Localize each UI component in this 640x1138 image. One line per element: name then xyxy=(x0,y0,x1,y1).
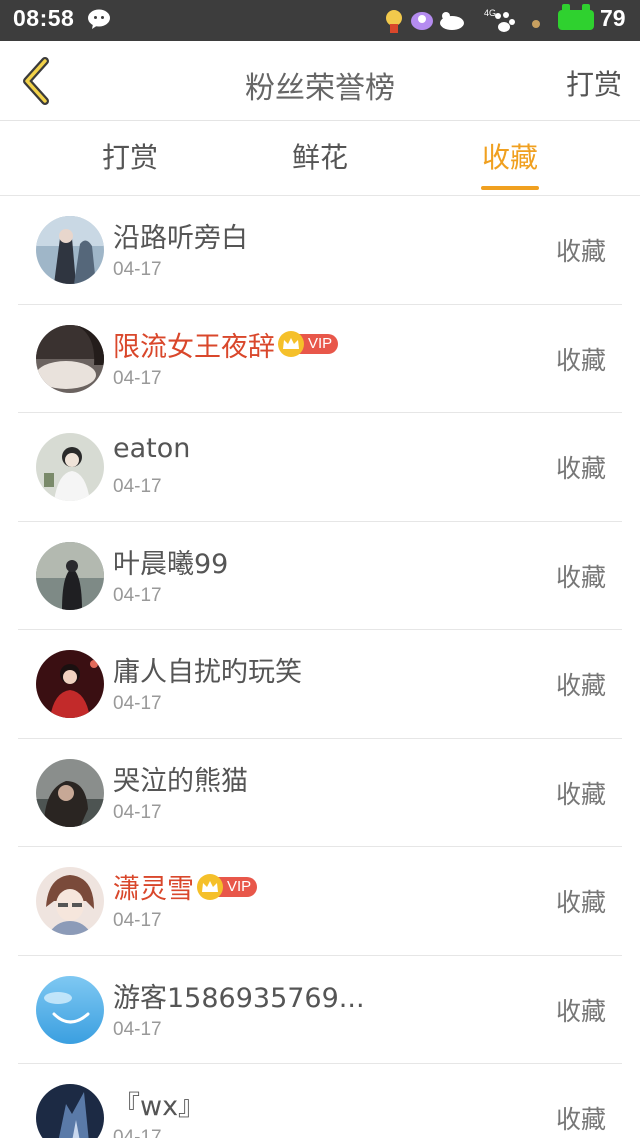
list-item[interactable]: 限流女王夜辞 VIP 04-17 收藏 xyxy=(18,305,622,413)
favorite-label: 收藏 xyxy=(555,779,606,809)
avatar xyxy=(36,433,104,501)
favorite-label: 收藏 xyxy=(555,562,606,592)
chevron-left-icon xyxy=(23,57,49,105)
avatar xyxy=(36,867,104,935)
user-name: eaton xyxy=(113,433,191,464)
favorite-label: 收藏 xyxy=(555,996,606,1026)
avatar xyxy=(36,541,104,610)
list-item[interactable]: 叶晨曦99 04-17 收藏 xyxy=(18,522,622,630)
tab-flowers[interactable]: 鲜花 xyxy=(260,121,380,195)
crown-icon xyxy=(197,873,223,900)
date-label: 04-17 xyxy=(113,910,162,931)
tab-reward[interactable]: 打赏 xyxy=(70,121,190,195)
battery-level: 79 xyxy=(600,5,626,31)
user-name: 叶晨曦99 xyxy=(113,548,229,580)
favorite-label: 收藏 xyxy=(555,671,606,700)
tab-favorites[interactable]: 收藏 xyxy=(450,121,570,195)
date-label: 04-17 xyxy=(113,584,162,606)
date-label: 04-17 xyxy=(113,1127,162,1138)
user-name: 潇灵雪 VIP xyxy=(113,867,258,906)
date-label: 04-17 xyxy=(113,1018,162,1040)
list-item[interactable]: 庸人自扰旳玩笑 04-17 收藏 xyxy=(18,630,622,739)
user-name: 游客1586935769... xyxy=(113,982,365,1014)
top-navigation-bar: 粉丝荣誉榜 打赏 xyxy=(0,41,640,121)
avatar xyxy=(36,1084,104,1138)
favorite-label: 收藏 xyxy=(555,888,606,917)
status-bar: 08:58 4G 79 xyxy=(0,0,640,41)
user-name: 沿路听旁白 xyxy=(113,223,248,254)
favorite-label: 收藏 xyxy=(555,237,606,266)
vip-tag: VIP xyxy=(298,334,339,354)
date-label: 04-17 xyxy=(113,476,162,497)
list-item[interactable]: 潇灵雪 VIP 04-17 收藏 xyxy=(18,847,622,956)
user-name: 『wx』 xyxy=(113,1091,206,1122)
date-label: 04-17 xyxy=(113,801,162,823)
favorite-label: 收藏 xyxy=(555,454,606,483)
reward-button[interactable]: 打赏 xyxy=(566,63,622,103)
avatar xyxy=(36,758,104,827)
back-button[interactable] xyxy=(10,53,62,109)
status-time: 08:58 xyxy=(13,5,75,31)
avatar xyxy=(36,650,104,718)
avatar xyxy=(36,324,104,393)
crown-icon xyxy=(278,331,304,357)
avatar xyxy=(36,216,104,284)
favorite-label: 收藏 xyxy=(555,1105,606,1134)
list-item[interactable]: eaton 04-17 收藏 xyxy=(18,413,622,522)
list-item[interactable]: 沿路听旁白 04-17 收藏 xyxy=(18,196,622,305)
favorite-label: 收藏 xyxy=(555,345,606,375)
vip-badge: VIP xyxy=(278,331,339,357)
tab-favorites-label: 收藏 xyxy=(481,141,538,174)
svg-text:4G: 4G xyxy=(484,8,496,18)
vip-badge: VIP xyxy=(197,873,258,900)
tab-bar: 打赏 鲜花 收藏 xyxy=(0,121,640,196)
user-name: 哭泣的熊猫 xyxy=(113,765,248,797)
date-label: 04-17 xyxy=(113,259,162,280)
list-item[interactable]: 『wx』 04-17 收藏 xyxy=(18,1064,622,1138)
user-name: 庸人自扰旳玩笑 xyxy=(113,657,302,688)
user-name: 限流女王夜辞 VIP xyxy=(113,325,339,364)
fan-list: 沿路听旁白 04-17 收藏 限流女王夜辞 VIP 04-17 收藏 eaton… xyxy=(0,196,640,1138)
avatar xyxy=(36,975,104,1044)
active-tab-indicator xyxy=(481,186,539,190)
wechat-icon xyxy=(88,9,110,29)
date-label: 04-17 xyxy=(113,693,162,714)
date-label: 04-17 xyxy=(113,367,162,389)
page-title: 粉丝荣誉榜 xyxy=(245,71,395,106)
battery-icon xyxy=(558,4,594,30)
list-item[interactable]: 哭泣的熊猫 04-17 收藏 xyxy=(18,739,622,847)
list-item[interactable]: 游客1586935769... 04-17 收藏 xyxy=(18,956,622,1064)
vip-tag: VIP xyxy=(217,876,258,897)
notification-icons: 4G xyxy=(386,8,540,33)
